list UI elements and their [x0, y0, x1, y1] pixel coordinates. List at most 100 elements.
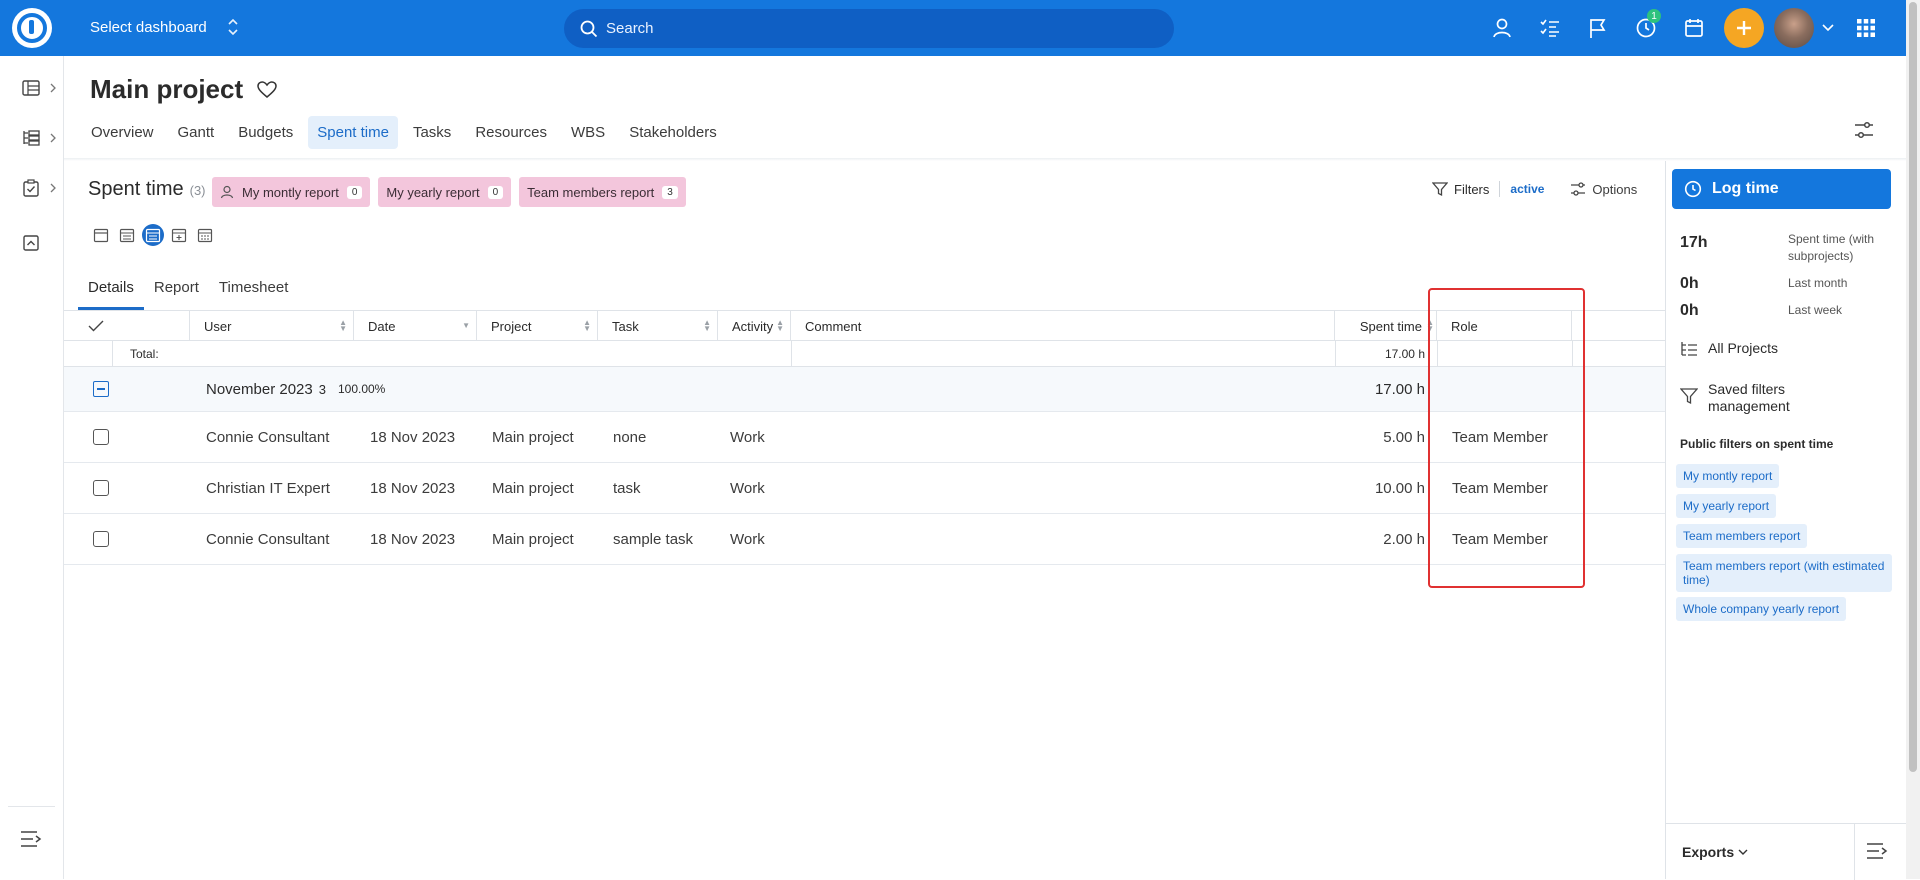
row-checkbox[interactable] — [93, 463, 109, 513]
apps-grid-icon[interactable] — [1842, 8, 1890, 48]
select-all-checkmark[interactable] — [64, 311, 190, 341]
column-header-spent-time[interactable]: Spent time ▲ ▼ — [1335, 311, 1437, 341]
chevron-down-icon[interactable] — [1814, 8, 1842, 48]
cell-activity: Work — [730, 479, 765, 497]
chip-count: 3 — [662, 185, 678, 199]
plus-icon — [1737, 21, 1751, 35]
filters-active-badge[interactable]: active — [1510, 182, 1544, 196]
calendar-icon[interactable] — [1670, 8, 1718, 48]
exports-dropdown[interactable]: Exports — [1682, 844, 1748, 860]
group-label-wrap: November 2023 3 100.00% — [206, 367, 385, 411]
period-month-icon[interactable] — [142, 224, 164, 246]
heart-icon[interactable] — [257, 80, 277, 99]
all-projects-link[interactable]: All Projects — [1680, 340, 1778, 358]
tab-resources[interactable]: Resources — [466, 116, 556, 149]
column-header-project[interactable]: Project ▲ ▼ — [477, 311, 598, 341]
avatar[interactable] — [1774, 8, 1814, 48]
period-week-icon[interactable] — [116, 224, 138, 246]
log-time-label: Log time — [1712, 180, 1779, 197]
search-input[interactable] — [606, 20, 1146, 37]
public-filter-item[interactable]: Team members report (with estimated time… — [1676, 554, 1892, 592]
cell-project[interactable]: Main project — [492, 412, 574, 462]
sidebar-item-projects[interactable] — [22, 128, 58, 148]
search-bar[interactable] — [564, 9, 1174, 48]
tab-report[interactable]: Report — [144, 274, 209, 310]
public-filter-item[interactable]: Whole company yearly report — [1676, 597, 1847, 621]
cell-user[interactable]: Christian IT Expert — [206, 463, 330, 513]
stat-total: 17h Spent time (with subprojects) — [1680, 231, 1898, 265]
chip-my-monthly-report[interactable]: My montly report 0 — [212, 177, 371, 207]
dashboard-select[interactable]: Select dashboard — [90, 18, 239, 36]
options-button[interactable]: Options — [1570, 181, 1637, 197]
column-header-user[interactable]: User ▲ ▼ — [190, 311, 354, 341]
period-day-icon[interactable] — [90, 224, 112, 246]
public-filter-item[interactable]: My montly report — [1676, 464, 1780, 488]
tab-tasks[interactable]: Tasks — [404, 116, 460, 149]
flag-icon[interactable] — [1574, 8, 1622, 48]
cell-date: 18 Nov 2023 — [370, 530, 456, 548]
add-button[interactable] — [1724, 8, 1764, 48]
sliders-icon[interactable] — [1854, 120, 1874, 145]
column-header-task[interactable]: Task ▲ ▼ — [598, 311, 718, 341]
header-divider — [64, 158, 1906, 161]
column-header-comment[interactable]: Comment — [791, 311, 1335, 341]
sort-icon: ▲ ▼ — [703, 318, 711, 333]
sidebar-item-dashboard[interactable] — [22, 78, 58, 98]
column-header-date[interactable]: Date ▼ — [354, 311, 477, 341]
user-icon[interactable] — [1478, 8, 1526, 48]
cell-project[interactable]: Main project — [492, 514, 574, 564]
cell-task[interactable]: none — [613, 412, 646, 462]
cell-user[interactable]: Connie Consultant — [206, 514, 329, 564]
sliders-icon — [1571, 182, 1586, 196]
tab-wbs[interactable]: WBS — [562, 116, 614, 149]
top-bar: Select dashboard 1 — [0, 0, 1906, 56]
tab-details[interactable]: Details — [78, 274, 144, 310]
sidebar-item-tasks[interactable] — [22, 178, 58, 198]
collapse-panel-icon[interactable] — [1866, 842, 1890, 865]
cell-user[interactable]: Connie Consultant — [206, 412, 329, 462]
group-collapse-toggle[interactable] — [93, 367, 109, 411]
column-header-activity[interactable]: Activity ▲ ▼ — [718, 311, 791, 341]
task-list-icon[interactable] — [1526, 8, 1574, 48]
tab-spent-time[interactable]: Spent time — [308, 116, 398, 149]
filter-icon[interactable] — [1432, 181, 1448, 197]
tab-timesheet[interactable]: Timesheet — [209, 274, 298, 310]
public-filter-item[interactable]: Team members report — [1676, 524, 1808, 548]
spent-time-title: Spent time — [88, 178, 184, 200]
stat-label: Last week — [1788, 303, 1843, 317]
cell-project[interactable]: Main project — [492, 463, 574, 513]
filters-button[interactable]: Filters — [1454, 182, 1489, 197]
table-row[interactable]: Connie Consultant 18 Nov 2023 Main proje… — [64, 514, 1665, 565]
page-scrollbar[interactable] — [1906, 0, 1920, 879]
role-column-highlight — [1428, 288, 1585, 588]
saved-filters-link[interactable]: Saved filters management — [1680, 381, 1828, 415]
column-spent-label: Spent time — [1359, 318, 1422, 334]
tab-stakeholders[interactable]: Stakeholders — [620, 116, 726, 149]
cell-task[interactable]: sample task — [613, 514, 693, 564]
tab-gantt[interactable]: Gantt — [169, 116, 224, 149]
tab-overview[interactable]: Overview — [82, 116, 163, 149]
stat-label: Spent time (with subprojects) — [1788, 232, 1875, 263]
public-filters-title: Public filters on spent time — [1680, 437, 1834, 451]
period-year-icon[interactable] — [194, 224, 216, 246]
sidebar-divider — [8, 806, 55, 807]
sort-desc-icon: ▼ — [462, 321, 470, 330]
app-logo[interactable] — [12, 8, 52, 48]
chip-my-yearly-report[interactable]: My yearly report 0 — [378, 177, 512, 207]
cell-task[interactable]: task — [613, 463, 641, 513]
period-selector — [90, 224, 216, 246]
user-icon — [220, 185, 234, 199]
row-checkbox[interactable] — [93, 412, 109, 462]
menu-toggle-icon[interactable] — [20, 830, 44, 853]
period-add-icon[interactable] — [168, 224, 190, 246]
timer-icon[interactable]: 1 — [1622, 8, 1670, 48]
sidebar-item-collapse[interactable] — [22, 233, 58, 253]
tab-budgets[interactable]: Budgets — [229, 116, 302, 149]
table-row[interactable]: Connie Consultant 18 Nov 2023 Main proje… — [64, 412, 1665, 463]
public-filter-item[interactable]: My yearly report — [1676, 494, 1777, 518]
table-row[interactable]: Christian IT Expert 18 Nov 2023 Main pro… — [64, 463, 1665, 514]
row-checkbox[interactable] — [93, 514, 109, 564]
column-date-label: Date — [368, 318, 396, 334]
chip-team-members-report[interactable]: Team members report 3 — [519, 177, 686, 207]
log-time-button[interactable]: Log time — [1672, 169, 1891, 209]
